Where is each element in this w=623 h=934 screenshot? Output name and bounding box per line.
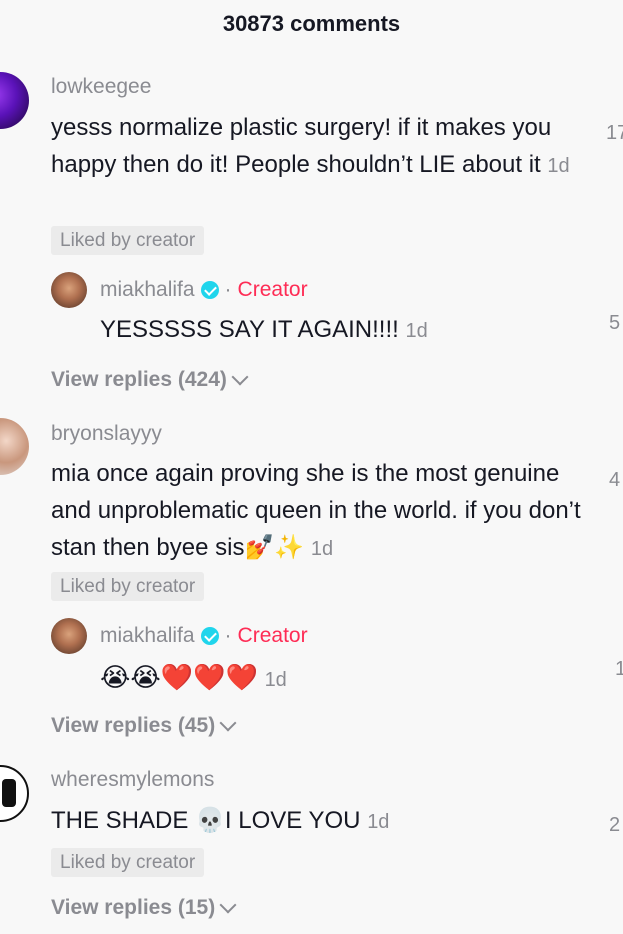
creator-label: Creator (237, 278, 308, 301)
comments-count-title: 30873 comments (222, 11, 401, 36)
liked-by-creator-badge: Liked by creator (51, 226, 205, 255)
raised-fist-icon (2, 779, 16, 807)
creator-label: Creator (237, 624, 308, 647)
reply-time: 1d (264, 669, 287, 691)
comment-time: 1d (310, 538, 334, 560)
reply-header: miakhalifa · Creator (100, 278, 308, 302)
reply-time: 1d (405, 320, 428, 342)
creator-avatar[interactable] (51, 272, 87, 308)
reply-header: miakhalifa · Creator (100, 624, 308, 648)
avatar[interactable] (0, 765, 29, 822)
comment-username[interactable]: wheresmylemons (51, 768, 214, 792)
reply-like-count[interactable]: 5 (609, 312, 620, 335)
comments-header: 30873 comments (0, 0, 623, 48)
comment-text: mia once again proving she is the most g… (51, 455, 581, 568)
like-count[interactable]: 4 (609, 469, 620, 492)
view-replies-label: View replies (45) (51, 714, 216, 737)
liked-by-creator-badge: Liked by creator (51, 572, 205, 601)
verified-icon (200, 627, 219, 645)
avatar[interactable] (0, 72, 29, 129)
reply-text-content: 😭😭❤️❤️❤️ (100, 662, 258, 692)
comment-username[interactable]: bryonslayyy (51, 422, 162, 446)
like-count[interactable]: 17 (606, 122, 623, 145)
comment-time: 1d (367, 811, 390, 833)
view-replies-label: View replies (15) (51, 896, 216, 919)
creator-avatar[interactable] (51, 618, 87, 654)
reply-username[interactable]: miakhalifa (100, 278, 195, 302)
avatar[interactable] (0, 418, 29, 475)
separator-dot: · (224, 624, 232, 647)
verified-icon (200, 281, 219, 299)
view-replies-label: View replies (424) (51, 368, 227, 391)
view-replies-button[interactable]: View replies (45) (51, 714, 237, 738)
comment-text-content: THE SHADE 💀I LOVE YOU (51, 807, 361, 834)
separator-dot: · (224, 278, 232, 301)
liked-by-creator-badge: Liked by creator (51, 848, 205, 877)
chevron-down-icon (219, 896, 237, 914)
comment-text-content: yesss normalize plastic surgery! if it m… (51, 114, 552, 178)
chevron-down-icon (219, 714, 237, 732)
comment-time: 1d (547, 155, 570, 177)
reply-like-count[interactable]: 1 (615, 658, 623, 681)
view-replies-button[interactable]: View replies (15) (51, 896, 237, 920)
reply-username[interactable]: miakhalifa (100, 624, 195, 648)
chevron-down-icon (231, 368, 249, 386)
comment-text: yesss normalize plastic surgery! if it m… (51, 109, 571, 185)
reply-text: YESSSSS SAY IT AGAIN!!!! 1d (100, 311, 428, 350)
like-count[interactable]: 2 (609, 814, 620, 837)
view-replies-button[interactable]: View replies (424) (51, 368, 249, 392)
reply-text: 😭😭❤️❤️❤️ 1d (100, 659, 287, 699)
reply-text-content: YESSSSS SAY IT AGAIN!!!! (100, 316, 399, 343)
comment-text: THE SHADE 💀I LOVE YOU 1d (51, 802, 581, 841)
comment-username[interactable]: lowkeegee (51, 75, 151, 99)
